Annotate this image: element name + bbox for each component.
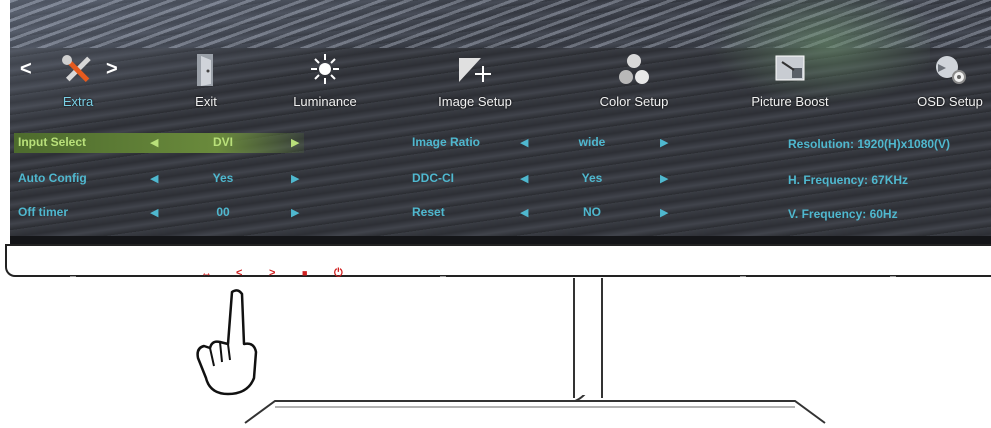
menu-prev-arrow[interactable]: < — [20, 58, 32, 81]
setting-label: Input Select — [18, 135, 87, 149]
decrease-arrow-icon[interactable]: ◀ — [520, 206, 528, 219]
increase-arrow-icon[interactable]: ▶ — [660, 136, 668, 149]
osd-menu-bar: < > Extra Exit Luminance Image Setup Col… — [10, 48, 991, 118]
setting-label: Image Ratio — [412, 135, 481, 149]
info-h-frequency: H. Frequency: 67KHz — [788, 173, 909, 187]
bezel-tick — [740, 276, 746, 277]
setting-label: Reset — [412, 205, 445, 219]
setting-value: DVI — [212, 135, 233, 149]
decrease-arrow-icon[interactable]: ◀ — [150, 206, 158, 219]
decrease-arrow-icon[interactable]: ◀ — [520, 172, 528, 185]
increase-arrow-icon[interactable]: ▶ — [660, 206, 668, 219]
wrench-screwdriver-icon — [62, 55, 91, 83]
bezel-tick — [890, 276, 896, 277]
menu-label-exit: Exit — [195, 94, 217, 109]
menu-item-extra[interactable]: Extra — [43, 48, 113, 118]
picture-boost-icon — [775, 55, 805, 81]
bezel-tick — [70, 276, 76, 277]
decrease-arrow-icon[interactable]: ◀ — [150, 172, 158, 185]
setting-label: DDC-CI — [412, 171, 454, 185]
increase-arrow-icon[interactable]: ▶ — [291, 172, 299, 185]
left-icon[interactable]: < — [236, 267, 242, 279]
right-icon[interactable]: > — [269, 267, 275, 279]
color-balls-icon — [619, 54, 649, 84]
menu-label-osd-setup: OSD Setup — [917, 94, 983, 109]
menu-icon[interactable]: ■ — [302, 268, 307, 278]
image-setup-icon — [459, 58, 491, 82]
menu-item-osd-setup[interactable]: OSD Setup — [905, 48, 991, 118]
setting-value: Yes — [212, 171, 234, 185]
decrease-arrow-icon[interactable]: ◀ — [150, 136, 158, 149]
bezel-tick — [440, 276, 446, 277]
setting-label: Off timer — [18, 205, 69, 219]
info-resolution: Resolution: 1920(H)x1080(V) — [788, 137, 951, 151]
menu-item-color-setup[interactable]: Color Setup — [584, 48, 684, 118]
sun-brightness-icon — [311, 54, 339, 84]
setting-label: Auto Config — [18, 171, 87, 185]
settings-panel: Input Select ◀ DVI ▶ Auto Config ◀ Yes ▶… — [10, 122, 991, 232]
menu-label-extra: Extra — [62, 94, 94, 109]
menu-label-picture-boost: Picture Boost — [751, 94, 829, 109]
menu-item-picture-boost[interactable]: Picture Boost — [740, 48, 840, 118]
setting-input-select[interactable]: Input Select ◀ DVI ▶ — [14, 133, 308, 157]
setting-auto-config[interactable]: Auto Config ◀ Yes ▶ — [18, 171, 308, 193]
setting-value: 00 — [216, 205, 230, 219]
setting-value: wide — [578, 135, 606, 149]
setting-value: NO — [583, 205, 601, 219]
monitor-bezel — [5, 244, 991, 277]
monitor-stand-base — [244, 395, 826, 424]
info-v-frequency: V. Frequency: 60Hz — [788, 207, 898, 221]
setting-off-timer[interactable]: Off timer ◀ 00 ▶ — [18, 205, 308, 227]
source-icon[interactable]: ↔ — [201, 267, 212, 279]
monitor-stand-neck — [573, 278, 603, 398]
menu-label-image-setup: Image Setup — [438, 94, 512, 109]
menu-item-luminance[interactable]: Luminance — [280, 48, 370, 118]
setting-value: Yes — [581, 171, 603, 185]
menu-item-image-setup[interactable]: Image Setup — [425, 48, 525, 118]
power-icon[interactable]: ⏻ — [334, 267, 343, 280]
decrease-arrow-icon[interactable]: ◀ — [520, 136, 528, 149]
menu-item-exit[interactable]: Exit — [176, 48, 236, 118]
increase-arrow-icon[interactable]: ▶ — [291, 136, 299, 149]
menu-label-color-setup: Color Setup — [599, 94, 669, 109]
setting-image-ratio[interactable]: Image Ratio ◀ wide ▶ — [412, 135, 682, 157]
setting-ddc-ci[interactable]: DDC-CI ◀ Yes ▶ — [412, 171, 682, 193]
pointing-hand-icon — [196, 289, 258, 396]
increase-arrow-icon[interactable]: ▶ — [291, 206, 299, 219]
menu-label-luminance: Luminance — [293, 94, 357, 109]
door-exit-icon — [197, 54, 213, 86]
increase-arrow-icon[interactable]: ▶ — [660, 172, 668, 185]
osd-gear-icon — [936, 56, 966, 84]
setting-reset[interactable]: Reset ◀ NO ▶ — [412, 205, 682, 227]
